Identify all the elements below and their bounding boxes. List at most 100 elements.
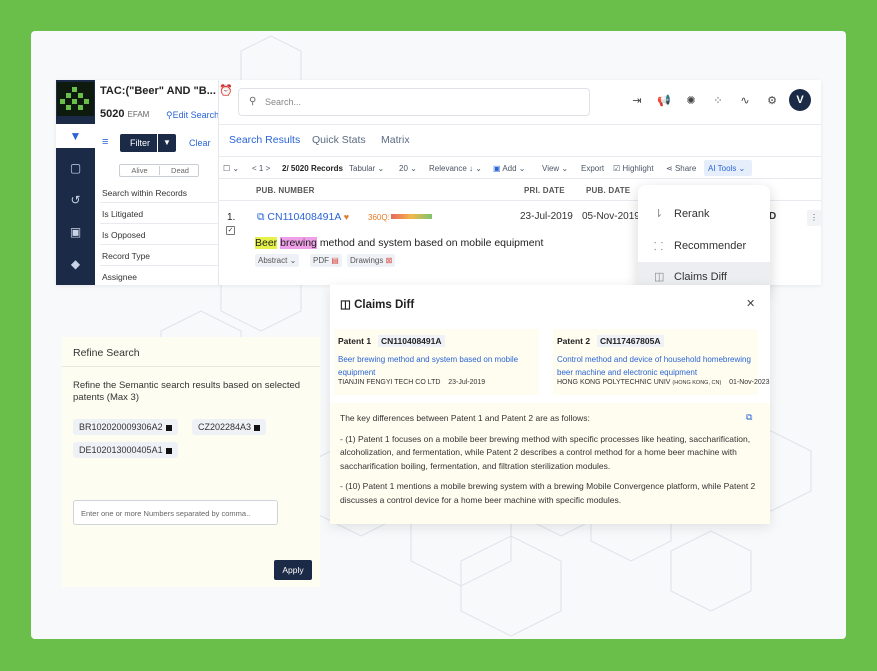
patent1-title-link[interactable]: Beer brewing method and system based on … <box>338 353 536 379</box>
patent2-card: Patent 2 CN117467805A Control method and… <box>553 329 770 395</box>
bug-icon[interactable]: ✺ <box>684 94 698 107</box>
pdf-chip[interactable]: PDF ▤ <box>310 254 342 267</box>
search-placeholder: Search... <box>265 97 302 107</box>
export-button[interactable]: Export <box>581 164 604 173</box>
divider <box>218 156 821 157</box>
divider <box>218 80 219 285</box>
remove-icon[interactable] <box>165 424 172 431</box>
highlight-toggle[interactable]: ☑ Highlight <box>613 164 654 173</box>
sort-select[interactable]: Relevance ↓ ⌄ <box>429 164 482 173</box>
compare-icon: ◫ <box>654 271 665 283</box>
gear-icon[interactable]: ⚙ <box>765 94 779 107</box>
refine-search-panel: Refine Search Refine the Semantic search… <box>62 337 320 587</box>
divider <box>218 124 821 125</box>
add-button[interactable]: ▣ Add ⌄ <box>493 164 526 173</box>
diff-intro: The key differences between Patent 1 and… <box>340 413 590 423</box>
pin-icon[interactable]: ♥ <box>344 212 349 222</box>
apply-button[interactable]: Apply <box>274 560 312 580</box>
document-icon[interactable]: ▢ <box>56 156 95 180</box>
tab-quick-stats[interactable]: Quick Stats <box>312 134 366 146</box>
ai-tools-button[interactable]: AI Tools ⌄ <box>704 160 752 176</box>
patent-tag[interactable]: BR102020009306A2 <box>73 419 178 435</box>
diff-point: - (1) Patent 1 focuses on a mobile beer … <box>340 433 751 471</box>
activity-icon[interactable]: ∿ <box>738 94 752 107</box>
ai-tools-menu: ⇂ Rerank ⸬ Recommender ◫ Claims Diff <box>638 185 770 292</box>
filter-row[interactable]: Is Opposed <box>100 224 218 245</box>
alive-option[interactable]: Alive <box>120 166 160 175</box>
tag-icon[interactable]: ◆ <box>56 252 95 276</box>
patent-numbers-input[interactable]: Enter one or more Numbers separated by c… <box>73 500 278 525</box>
patent1-card: Patent 1 CN110408491A Beer brewing metho… <box>334 329 539 395</box>
close-icon[interactable]: ✕ <box>746 297 755 310</box>
search-icon: ⚲ <box>249 96 257 107</box>
patent-tag[interactable]: DE102013000405A1 <box>73 442 178 458</box>
avatar[interactable]: V <box>789 89 811 111</box>
filter-row[interactable]: Is Litigated <box>100 203 218 224</box>
alarm-icon[interactable]: ⏰ <box>219 85 233 97</box>
patent2-meta: HONG KONG POLYTECHNIC UNIV (HONG KONG, C… <box>557 379 770 386</box>
remove-icon[interactable] <box>165 447 172 454</box>
row-index: 1. <box>227 212 236 223</box>
pagination[interactable]: < 1 > <box>252 164 270 173</box>
column-pub-date[interactable]: PUB. DATE <box>586 186 630 195</box>
filter-icon[interactable]: ▼ <box>56 124 95 148</box>
refine-description: Refine the Semantic search results based… <box>73 380 301 403</box>
chevron-down-icon[interactable]: ▼ <box>157 134 176 152</box>
result-title[interactable]: Beer brewing method and system based on … <box>255 237 543 249</box>
filter-row[interactable]: Record Type <box>100 245 218 266</box>
external-link-icon: ⧉ <box>257 211 265 223</box>
patent-number-link[interactable]: ⧉ CN110408491A ♥ <box>257 211 349 224</box>
logout-icon[interactable]: ⇥ <box>630 94 644 107</box>
edit-search-link[interactable]: ⚲Edit Search <box>166 110 219 121</box>
megaphone-icon[interactable]: 📢 <box>657 94 671 107</box>
partial-column-value: D <box>769 211 777 222</box>
menu-item-rerank[interactable]: ⇂ Rerank <box>638 199 770 229</box>
history-icon[interactable]: ↺ <box>56 188 95 212</box>
menu-item-recommender[interactable]: ⸬ Recommender <box>638 231 770 261</box>
search-input[interactable]: ⚲ Search... <box>238 88 590 116</box>
view-mode-select[interactable]: Tabular ⌄ <box>349 164 384 173</box>
apps-grid-icon[interactable]: ⁘ <box>711 94 725 107</box>
claims-diff-panel: ◫ Claims Diff ✕ Patent 1 CN110408491A Be… <box>330 285 770 524</box>
divider <box>218 178 821 179</box>
remove-icon[interactable] <box>254 424 261 431</box>
abstract-chip[interactable]: Abstract ⌄ <box>255 254 300 267</box>
tab-search-results[interactable]: Search Results <box>229 134 300 146</box>
pri-date: 23-Jul-2019 <box>520 211 573 222</box>
filter-row[interactable]: Assignee <box>100 266 218 285</box>
records-count: 2/ 5020 Records <box>282 164 343 173</box>
copy-icon[interactable]: ⧉ <box>746 412 752 423</box>
patent-tag[interactable]: CZ202284A3 <box>192 419 267 435</box>
patent1-meta: TIANJIN FENGYI TECH CO LTD 23-Jul-2019 <box>338 379 486 386</box>
compare-icon: ◫ <box>340 299 351 311</box>
share-button[interactable]: ⋖ Share <box>666 164 696 173</box>
patent2-label: Patent 2 <box>557 336 591 346</box>
column-pub-number[interactable]: PUB. NUMBER <box>256 186 315 195</box>
sort-lines-icon: ⇂ <box>654 208 664 220</box>
drawings-chip[interactable]: Drawings ⊠ <box>347 254 396 267</box>
nodes-icon: ⸬ <box>654 241 664 253</box>
patent2-title-link[interactable]: Control method and device of household h… <box>557 353 755 379</box>
search-icon: ⚲ <box>166 110 173 120</box>
view-button[interactable]: View ⌄ <box>542 164 568 173</box>
row-checkbox[interactable]: ✓ <box>226 226 235 235</box>
per-page-select[interactable]: 20 ⌄ <box>399 164 417 173</box>
tab-matrix[interactable]: Matrix <box>381 134 410 146</box>
patent1-number: CN110408491A <box>378 335 445 347</box>
alive-dead-toggle[interactable]: Alive Dead <box>119 164 199 177</box>
q360-label: 360Q: <box>368 213 390 222</box>
query-title: TAC:("Beer" AND "B... ⏰ <box>100 85 233 97</box>
clear-button[interactable]: Clear <box>189 138 211 148</box>
result-count: 5020 EFAM <box>100 108 150 120</box>
dead-option[interactable]: Dead <box>160 166 200 175</box>
filter-row[interactable]: Search within Records <box>100 182 218 203</box>
diff-text: The key differences between Patent 1 and… <box>330 403 770 524</box>
more-options-icon[interactable]: ⋮ <box>807 210 821 226</box>
left-rail: ▼ ▢ ↺ ▣ ◆ <box>56 80 95 285</box>
panel-title: Refine Search <box>62 337 320 367</box>
column-pri-date[interactable]: PRI. DATE <box>524 186 565 195</box>
save-icon[interactable]: ▣ <box>56 220 95 244</box>
panel-title: ◫ Claims Diff <box>340 299 415 311</box>
select-all-checkbox[interactable]: ☐ ⌄ <box>223 164 239 173</box>
filter-list-icon[interactable]: ≡ <box>102 136 108 148</box>
